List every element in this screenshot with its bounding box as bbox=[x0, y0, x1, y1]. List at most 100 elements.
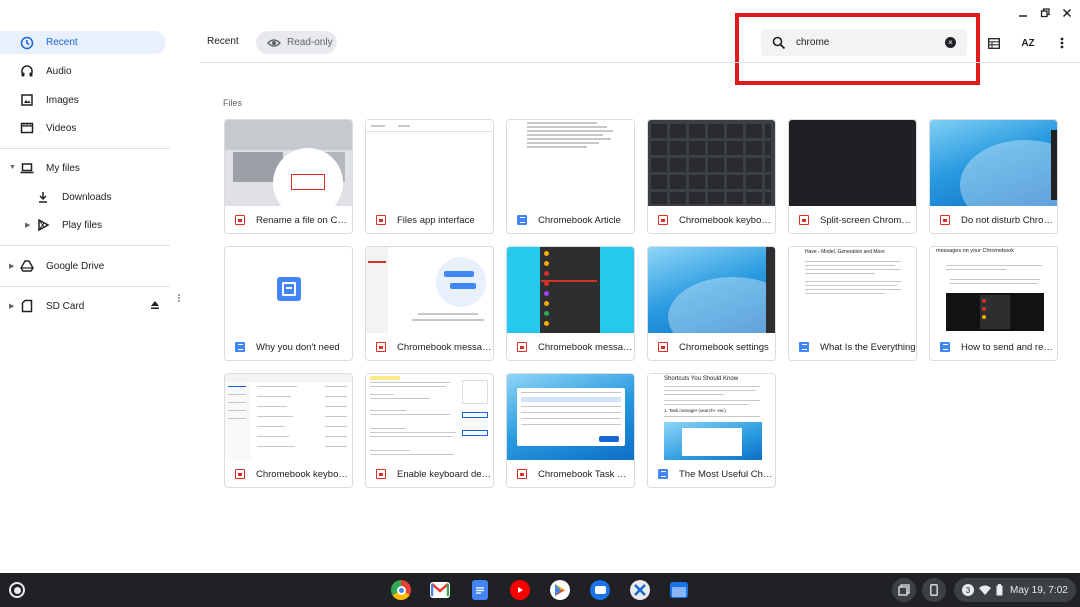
file-thumbnail bbox=[366, 120, 493, 206]
settings-icon[interactable] bbox=[630, 580, 650, 600]
file-card[interactable]: Why you don't need bbox=[224, 246, 353, 361]
image-file-icon bbox=[658, 342, 668, 352]
file-card[interactable]: Split-screen Chromebook bbox=[788, 119, 917, 234]
youtube-icon[interactable] bbox=[510, 580, 530, 600]
play-store-icon[interactable] bbox=[550, 580, 570, 600]
notification-count-badge: 3 bbox=[962, 584, 974, 596]
image-file-icon bbox=[799, 215, 809, 225]
image-file-icon bbox=[376, 215, 386, 225]
sidebar-item-recent[interactable]: Recent bbox=[0, 31, 166, 54]
file-card[interactable]: Enable keyboard detection bbox=[365, 373, 494, 488]
more-options-icon[interactable] bbox=[1053, 34, 1071, 52]
file-name: Chromebook Task Manager bbox=[538, 468, 634, 480]
file-thumbnail bbox=[507, 247, 634, 333]
file-name: Chromebook Article bbox=[538, 214, 621, 226]
file-card[interactable]: Chromebook keyboard bbox=[224, 373, 353, 488]
wifi-icon bbox=[979, 585, 991, 595]
doc-file-icon bbox=[658, 469, 668, 479]
sidebar-item-images[interactable]: Images bbox=[0, 88, 79, 112]
download-icon bbox=[36, 190, 50, 204]
sidebar-item-my-files[interactable]: My files bbox=[0, 156, 80, 180]
sidebar-resize-handle[interactable] bbox=[178, 293, 184, 305]
sidebar-item-label: Images bbox=[46, 94, 79, 106]
files-icon[interactable] bbox=[670, 582, 688, 598]
file-card[interactable]: Chromebook Task Manager bbox=[506, 373, 635, 488]
file-name: Chromebook keyboard bbox=[256, 468, 352, 480]
shelf: 3 May 19, 7:02 bbox=[0, 573, 1080, 607]
image-file-icon bbox=[517, 342, 527, 352]
file-thumbnail: messages on your Chromebook bbox=[930, 247, 1057, 333]
file-thumbnail bbox=[366, 247, 493, 333]
file-card[interactable]: Shortcuts You Should Know 1. Task manage… bbox=[647, 373, 776, 488]
image-file-icon bbox=[235, 469, 245, 479]
doc-file-icon bbox=[235, 342, 245, 352]
doc-file-icon bbox=[517, 215, 527, 225]
file-name: Chromebook messages bbox=[538, 341, 634, 353]
thumbnail-subheading: 1. Task manager (search+ esc) bbox=[664, 408, 726, 413]
file-name: How to send and receive bbox=[961, 341, 1057, 353]
sidebar-item-label: Audio bbox=[46, 65, 72, 77]
file-name: Chromebook keyboard bbox=[679, 214, 775, 226]
file-name: Files app interface bbox=[397, 214, 475, 226]
chrome-icon[interactable] bbox=[391, 580, 411, 600]
file-name: Split-screen Chromebook bbox=[820, 214, 916, 226]
sidebar-divider bbox=[0, 286, 170, 287]
sidebar-item-google-drive[interactable]: Google Drive bbox=[0, 254, 104, 278]
sidebar-item-play-files[interactable]: Play files bbox=[0, 213, 102, 237]
file-card[interactable]: messages on your Chromebook How to send … bbox=[929, 246, 1058, 361]
sidebar-item-downloads[interactable]: Downloads bbox=[0, 185, 111, 209]
file-card[interactable]: Chromebook messages bbox=[365, 246, 494, 361]
messages-icon[interactable] bbox=[590, 580, 610, 600]
screen-capture-icon[interactable] bbox=[892, 578, 916, 602]
eject-icon[interactable] bbox=[150, 300, 160, 313]
sidebar-item-videos[interactable]: Videos bbox=[0, 116, 76, 140]
sort-button[interactable]: AZ bbox=[1019, 34, 1037, 52]
header-divider bbox=[200, 62, 1080, 63]
doc-icon bbox=[277, 277, 301, 301]
file-card[interactable]: Rename a file on Chromebook bbox=[224, 119, 353, 234]
file-thumbnail bbox=[789, 120, 916, 206]
sidebar-item-label: Videos bbox=[46, 122, 77, 134]
headphones-icon bbox=[20, 64, 34, 78]
list-view-icon[interactable] bbox=[985, 34, 1003, 52]
file-name: Why you don't need bbox=[256, 341, 340, 353]
sidebar-item-label: Google Drive bbox=[46, 260, 105, 272]
file-card[interactable]: Chromebook Article bbox=[506, 119, 635, 234]
file-card[interactable]: Do not disturb Chromebook bbox=[929, 119, 1058, 234]
laptop-icon bbox=[20, 161, 34, 175]
docs-icon[interactable] bbox=[472, 580, 488, 600]
file-thumbnail bbox=[225, 374, 352, 460]
doc-file-icon bbox=[799, 342, 809, 352]
file-card[interactable]: Chromebook settings bbox=[647, 246, 776, 361]
clock-icon bbox=[20, 36, 34, 50]
close-icon[interactable] bbox=[1061, 7, 1073, 19]
file-card[interactable]: Chromebook keyboard bbox=[647, 119, 776, 234]
file-thumbnail bbox=[648, 247, 775, 333]
image-icon bbox=[20, 93, 34, 107]
gmail-icon[interactable] bbox=[430, 582, 450, 598]
file-card[interactable]: Have - Model, Generation and More What I… bbox=[788, 246, 917, 361]
minimize-icon[interactable] bbox=[1017, 7, 1029, 19]
file-thumbnail bbox=[366, 374, 493, 460]
thumbnail-heading: Shortcuts You Should Know bbox=[664, 376, 739, 382]
date-time: May 19, 7:02 bbox=[1010, 584, 1068, 596]
status-tray[interactable]: 3 May 19, 7:02 bbox=[954, 578, 1076, 602]
readonly-label: Read-only bbox=[287, 37, 333, 48]
phone-hub-icon[interactable] bbox=[922, 578, 946, 602]
sidebar-item-sd-card[interactable]: SD Card bbox=[0, 294, 170, 318]
sidebar-item-audio[interactable]: Audio bbox=[0, 59, 72, 83]
file-thumbnail bbox=[930, 120, 1057, 206]
sidebar-item-label: Play files bbox=[62, 219, 103, 231]
sd-card-icon bbox=[20, 299, 34, 313]
thumbnail-heading: Have - Model, Generation and More bbox=[805, 249, 885, 255]
sort-icon: AZ bbox=[1021, 37, 1035, 49]
file-name: The Most Useful Chromebook bbox=[679, 468, 775, 480]
launcher-icon[interactable] bbox=[9, 582, 25, 598]
search-highlight-annotation bbox=[735, 13, 980, 85]
file-card[interactable]: Files app interface bbox=[365, 119, 494, 234]
file-card[interactable]: Chromebook messages bbox=[506, 246, 635, 361]
thumbnail-heading: messages on your Chromebook bbox=[936, 248, 1014, 254]
file-name: Do not disturb Chromebook bbox=[961, 214, 1057, 226]
readonly-badge: Read-only bbox=[256, 31, 337, 54]
maximize-icon[interactable] bbox=[1039, 7, 1051, 19]
